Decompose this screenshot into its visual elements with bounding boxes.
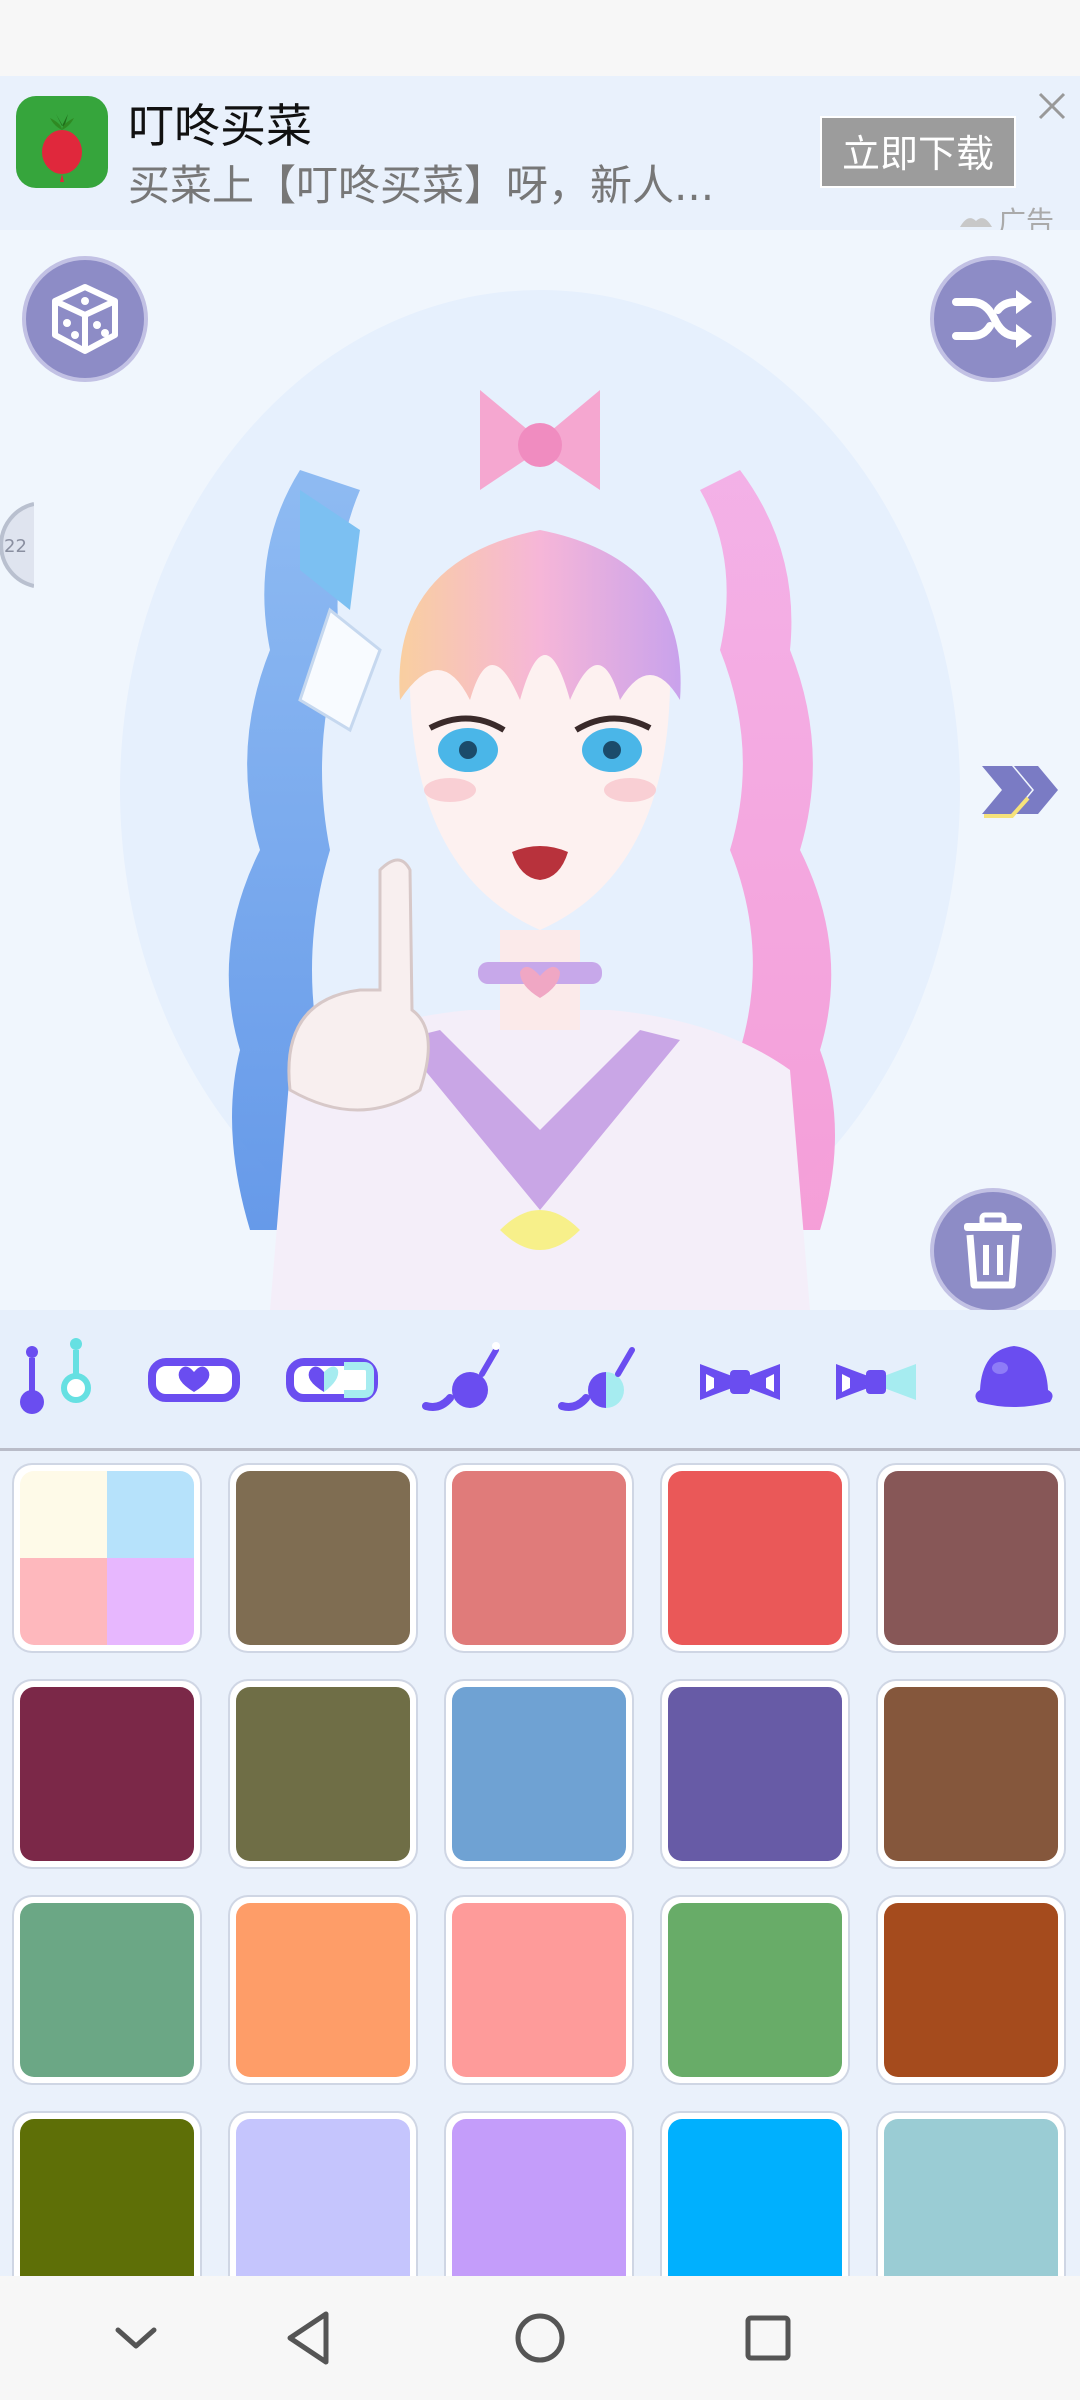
bow-icon[interactable] bbox=[692, 1332, 788, 1428]
color-swatch[interactable] bbox=[878, 1465, 1064, 1651]
level-value: 22 bbox=[4, 536, 27, 557]
color-swatch[interactable] bbox=[14, 1897, 200, 2083]
swatch-fill bbox=[668, 2119, 842, 2276]
swatch-fill bbox=[884, 2119, 1058, 2276]
color-swatch[interactable] bbox=[662, 2113, 848, 2276]
swatch-fill bbox=[884, 1471, 1058, 1645]
random-button[interactable] bbox=[22, 256, 148, 382]
dice-icon bbox=[52, 284, 118, 354]
color-swatch[interactable] bbox=[14, 1681, 200, 1867]
blob-icon[interactable] bbox=[966, 1332, 1062, 1428]
ad-app-name[interactable]: 叮咚买菜 bbox=[128, 90, 312, 156]
swatch-quadrant bbox=[20, 1471, 107, 1558]
level-badge: 22 bbox=[0, 500, 35, 590]
navigation-bar bbox=[0, 2276, 1080, 2400]
recents-square-icon[interactable] bbox=[728, 2298, 808, 2378]
color-swatch[interactable] bbox=[662, 1897, 848, 2083]
color-swatch-multi[interactable] bbox=[14, 1465, 200, 1651]
swatch-fill bbox=[452, 1687, 626, 1861]
swatch-fill bbox=[236, 1471, 410, 1645]
heart-clip-icon[interactable] bbox=[146, 1332, 242, 1428]
swatch-fill bbox=[452, 1903, 626, 2077]
character-canvas: 22 bbox=[0, 230, 1080, 1310]
swatch-fill bbox=[236, 1903, 410, 2077]
swatch-quadrant bbox=[107, 1471, 194, 1558]
bow-two-tone-icon[interactable] bbox=[828, 1332, 924, 1428]
heart-clip-two-tone-icon[interactable] bbox=[284, 1332, 380, 1428]
swatch-fill bbox=[236, 2119, 410, 2276]
swatch-fill bbox=[20, 2119, 194, 2276]
color-swatch[interactable] bbox=[878, 2113, 1064, 2276]
double-chevron-right-icon[interactable] bbox=[976, 754, 1066, 824]
anime-girl-avatar bbox=[120, 290, 960, 1310]
color-swatch[interactable] bbox=[662, 1465, 848, 1651]
swatch-fill bbox=[236, 1687, 410, 1861]
swatch-fill bbox=[668, 1471, 842, 1645]
shuffle-icon bbox=[952, 290, 1032, 348]
shuffle-button[interactable] bbox=[930, 256, 1056, 382]
color-swatch[interactable] bbox=[878, 1681, 1064, 1867]
swatch-fill bbox=[884, 1687, 1058, 1861]
trash-icon bbox=[964, 1212, 1022, 1289]
ad-tag-icon bbox=[960, 218, 992, 227]
swatch-quadrant bbox=[107, 1558, 194, 1645]
color-palette bbox=[0, 1451, 1080, 2276]
close-icon[interactable] bbox=[1030, 84, 1074, 128]
color-swatch[interactable] bbox=[14, 2113, 200, 2276]
color-swatch[interactable] bbox=[446, 1465, 632, 1651]
ad-banner[interactable]: 叮咚买菜 买菜上【叮咚买菜】呀，新人... 立即下载 广告 bbox=[0, 76, 1080, 238]
swatch-quadrant bbox=[20, 1558, 107, 1645]
radish-icon[interactable] bbox=[16, 96, 108, 188]
hair-tie-icon[interactable] bbox=[420, 1332, 516, 1428]
swatch-fill bbox=[452, 2119, 626, 2276]
swatch-fill bbox=[668, 1903, 842, 2077]
color-swatch[interactable] bbox=[446, 2113, 632, 2276]
delete-button[interactable] bbox=[930, 1188, 1056, 1310]
chevron-down-icon[interactable] bbox=[96, 2298, 176, 2378]
earring-icon[interactable] bbox=[0, 1332, 92, 1428]
color-swatch[interactable] bbox=[446, 1681, 632, 1867]
status-bar bbox=[0, 0, 1080, 76]
swatch-fill bbox=[452, 1471, 626, 1645]
back-triangle-icon[interactable] bbox=[270, 2298, 350, 2378]
swatch-fill bbox=[668, 1687, 842, 1861]
download-button[interactable]: 立即下载 bbox=[820, 116, 1016, 188]
hair-tie-two-tone-icon[interactable] bbox=[556, 1332, 652, 1428]
color-swatch[interactable] bbox=[230, 2113, 416, 2276]
color-swatch[interactable] bbox=[878, 1897, 1064, 2083]
swatch-fill bbox=[884, 1903, 1058, 2077]
home-circle-icon[interactable] bbox=[500, 2298, 580, 2378]
color-swatch[interactable] bbox=[446, 1897, 632, 2083]
color-swatch[interactable] bbox=[230, 1897, 416, 2083]
color-swatch[interactable] bbox=[230, 1681, 416, 1867]
swatch-fill bbox=[20, 1687, 194, 1861]
swatch-fill bbox=[20, 1471, 194, 1645]
ad-description[interactable]: 买菜上【叮咚买菜】呀，新人... bbox=[128, 152, 788, 213]
swatch-fill bbox=[20, 1903, 194, 2077]
color-swatch[interactable] bbox=[662, 1681, 848, 1867]
color-swatch[interactable] bbox=[230, 1465, 416, 1651]
accessory-category-bar bbox=[0, 1310, 1080, 1451]
